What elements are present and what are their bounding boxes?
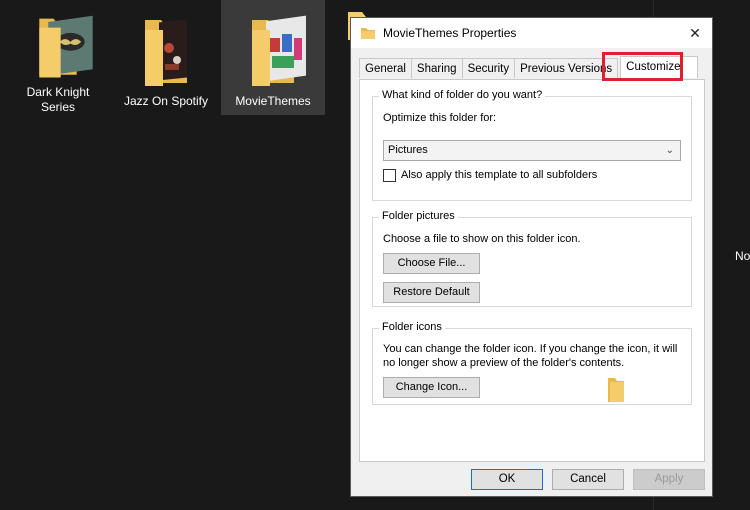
dialog-titlebar[interactable]: MovieThemes Properties ✕ bbox=[351, 18, 712, 48]
tab-security[interactable]: Security bbox=[461, 58, 516, 78]
tab-sharing[interactable]: Sharing bbox=[410, 58, 463, 78]
folder-label: Dark Knight Series bbox=[26, 85, 90, 114]
folder-movie-thumbnail-icon bbox=[252, 15, 306, 86]
apply-button[interactable]: Apply bbox=[633, 469, 705, 490]
folder-icons-group: Folder icons You can change the folder i… bbox=[372, 321, 692, 405]
cancel-button[interactable]: Cancel bbox=[552, 469, 624, 490]
apply-subfolders-label: Also apply this template to all subfolde… bbox=[401, 169, 598, 181]
select-value: Pictures bbox=[388, 144, 428, 156]
chevron-down-icon: ⌄ bbox=[665, 145, 674, 156]
properties-dialog: MovieThemes Properties ✕ General Sharing… bbox=[350, 17, 713, 497]
group-legend: Folder pictures bbox=[379, 210, 458, 222]
restore-default-button[interactable]: Restore Default bbox=[383, 282, 480, 303]
optimize-label: Optimize this folder for: bbox=[383, 112, 497, 124]
group-legend: What kind of folder do you want? bbox=[379, 89, 546, 101]
dialog-title: MovieThemes Properties bbox=[383, 26, 517, 40]
close-icon: ✕ bbox=[689, 24, 701, 41]
change-icon-button[interactable]: Change Icon... bbox=[383, 377, 480, 398]
customize-tab-highlight bbox=[602, 52, 683, 81]
folder-pictures-description: Choose a file to show on this folder ico… bbox=[383, 233, 581, 245]
choose-file-button[interactable]: Choose File... bbox=[383, 253, 480, 274]
folder-label: Jazz On Spotify bbox=[123, 94, 209, 108]
group-legend: Folder icons bbox=[379, 321, 445, 333]
ok-button[interactable]: OK bbox=[471, 469, 543, 490]
folder-icons-description-line1: You can change the folder icon. If you c… bbox=[383, 343, 678, 355]
folder-dark-knight-series[interactable]: Dark Knight Series bbox=[6, 0, 110, 115]
folder-icon bbox=[361, 28, 375, 39]
folder-type-group: What kind of folder do you want? Optimiz… bbox=[372, 89, 692, 201]
close-button[interactable]: ✕ bbox=[678, 18, 712, 48]
folder-pictures-group: Folder pictures Choose a file to show on… bbox=[372, 210, 692, 307]
customize-panel: What kind of folder do you want? Optimiz… bbox=[359, 79, 705, 462]
apply-subfolders-checkbox[interactable] bbox=[383, 169, 396, 182]
optimize-select[interactable]: Pictures ⌄ bbox=[383, 140, 681, 161]
folder-icons-description-line2: no longer show a preview of the folder's… bbox=[383, 357, 625, 369]
folder-jazz-thumbnail-icon bbox=[145, 19, 187, 86]
details-pane-text: No bbox=[735, 249, 750, 263]
folder-jazz-on-spotify[interactable]: Jazz On Spotify bbox=[114, 0, 218, 115]
folder-moviethemes[interactable]: MovieThemes bbox=[221, 0, 325, 115]
folder-batman-thumbnail-icon bbox=[39, 15, 93, 78]
tab-general[interactable]: General bbox=[359, 58, 412, 78]
folder-label: MovieThemes bbox=[235, 94, 311, 108]
folder-preview-icon bbox=[608, 378, 624, 402]
